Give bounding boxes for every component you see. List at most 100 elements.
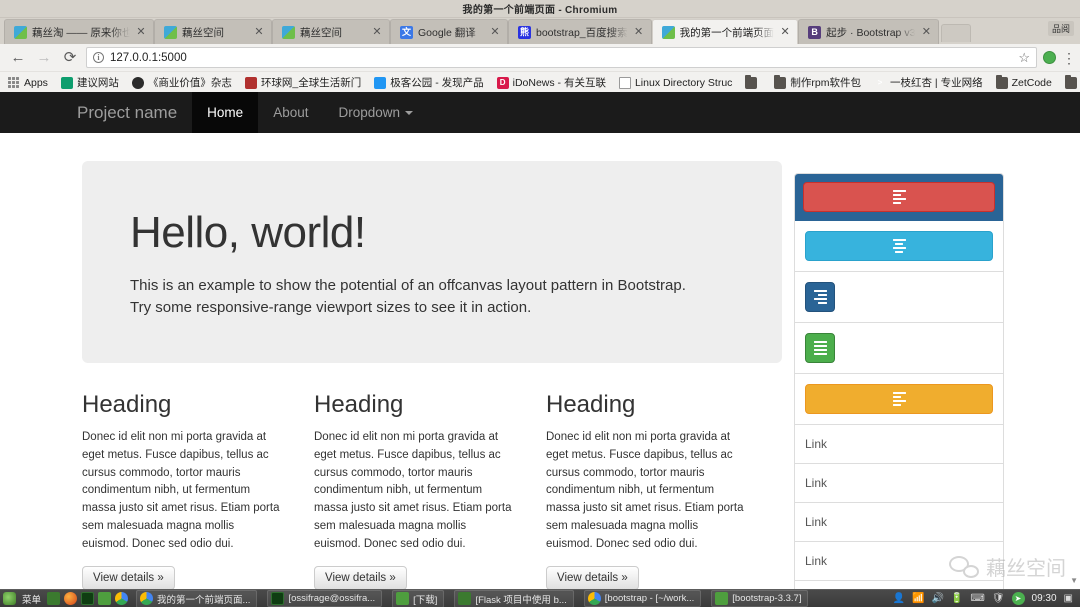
dark-circle-icon: [131, 76, 144, 89]
clock[interactable]: 09:30: [1032, 593, 1057, 604]
bookmark-item[interactable]: [745, 74, 761, 89]
tab-close-icon[interactable]: ✕: [779, 26, 791, 38]
browser-tab[interactable]: 我的第一个前端页面 ✕: [651, 19, 799, 44]
column-body: Donec id elit non mi porta gravida at eg…: [546, 430, 744, 550]
tab-close-icon[interactable]: ✕: [135, 26, 147, 38]
sidebar-link-item[interactable]: Link: [795, 425, 1003, 464]
firefox-icon[interactable]: [64, 592, 78, 605]
align-center-button[interactable]: [805, 231, 993, 261]
browser-tab[interactable]: 藕丝空间 ✕: [154, 19, 272, 44]
bookmark-item[interactable]: 《商业价值》杂志: [131, 75, 232, 90]
taskbar-window-button[interactable]: [bootstrap - [~/work...: [583, 590, 702, 607]
bookmark-label: iDoNews - 有关互联: [512, 77, 606, 89]
back-icon[interactable]: ←: [8, 48, 28, 68]
tab-title: 我的第一个前端页面: [679, 26, 775, 39]
view-details-button[interactable]: View details »: [314, 565, 407, 589]
align-center-icon: [892, 239, 906, 253]
sidebar-link-item[interactable]: Link: [795, 503, 1003, 542]
align-right-button[interactable]: [805, 282, 835, 312]
taskbar-window-button[interactable]: [Flask 项目中使用 b...: [454, 589, 574, 607]
tab-close-icon[interactable]: ✕: [489, 26, 501, 38]
navbar-link-label: Dropdown: [338, 105, 401, 120]
sidebar-list-group: Link Link Link Link Link: [794, 173, 1004, 589]
document-icon: [618, 76, 631, 89]
bookmark-item[interactable]: ZetCode: [995, 74, 1052, 89]
battery-icon[interactable]: 🔋: [951, 593, 963, 604]
tab-close-icon[interactable]: ✕: [253, 26, 265, 38]
sidebar-link-item[interactable]: Link: [795, 464, 1003, 503]
tab-close-icon[interactable]: ✕: [633, 26, 645, 38]
browser-tab[interactable]: 熊 bootstrap_百度搜索 ✕: [508, 19, 652, 44]
tab-close-icon[interactable]: ✕: [371, 26, 383, 38]
shield-icon[interactable]: 🛡: [992, 593, 1005, 604]
view-details-button[interactable]: View details »: [546, 565, 639, 589]
keyboard-icon[interactable]: ⌨: [970, 593, 984, 604]
chromium-icon: [140, 592, 154, 605]
folder-icon: [715, 592, 729, 605]
bookmark-item[interactable]: 极客公园 - 发现产品: [374, 75, 484, 90]
bookmark-star-icon[interactable]: ☆: [1018, 50, 1030, 66]
navbar-link-home[interactable]: Home: [192, 92, 259, 133]
bookmark-item[interactable]: DiDoNews - 有关互联: [496, 75, 606, 90]
sidebar-link-item[interactable]: Link: [795, 581, 1003, 589]
reload-icon[interactable]: ⟳: [60, 48, 80, 68]
show-desktop-button[interactable]: ▣: [1064, 593, 1073, 604]
browser-tab[interactable]: B 起步 · Bootstrap v3 ✕: [798, 19, 940, 44]
navbar-brand[interactable]: Project name: [62, 92, 192, 133]
taskbar-window-label: [ossifrage@ossifra...: [288, 593, 376, 604]
window-restore-button[interactable]: 品阅: [1047, 21, 1074, 36]
navbar-link-dropdown[interactable]: Dropdown: [323, 92, 428, 133]
align-left-warning-button[interactable]: [805, 384, 993, 414]
tab-close-icon[interactable]: ✕: [920, 26, 932, 38]
browser-tab[interactable]: 藕丝空间 ✕: [272, 19, 390, 44]
bookmark-item[interactable]: 环球网_全球生活新门: [244, 75, 361, 90]
browser-tab[interactable]: 文 Google 翻译 ✕: [390, 19, 508, 44]
show-desktop-icon[interactable]: [47, 592, 61, 605]
jumbotron: Hello, world! This is an example to show…: [82, 161, 782, 363]
taskbar-window-button[interactable]: 我的第一个前端页面...: [136, 589, 258, 607]
sidebar-button-row: [795, 174, 1003, 221]
align-left-icon: [892, 190, 906, 204]
folder-icon: [995, 74, 1008, 89]
mint-menu-icon[interactable]: [3, 592, 16, 605]
site-navbar: Project name Home About Dropdown: [0, 92, 1080, 133]
update-icon[interactable]: ➤: [1011, 592, 1025, 605]
chromium-icon[interactable]: [115, 592, 129, 605]
menu-label[interactable]: 菜单: [20, 592, 43, 606]
navbar-link-label: Home: [207, 105, 244, 120]
lotus-favicon: [164, 25, 177, 39]
bookmark-label: Linux Directory Struc: [634, 76, 733, 89]
navbar-link-about[interactable]: About: [258, 92, 323, 133]
user-icon[interactable]: 👤: [893, 593, 905, 604]
files-icon[interactable]: [98, 592, 112, 605]
align-left-button[interactable]: [803, 182, 995, 212]
bookmark-item[interactable]: 制作rpm软件包: [774, 74, 862, 90]
bing-icon: [60, 76, 73, 89]
browser-menu-icon[interactable]: ⋮: [1062, 51, 1076, 65]
taskbar-window-button[interactable]: [bootstrap-3.3.7]: [711, 590, 809, 607]
new-tab-button[interactable]: [941, 24, 972, 42]
bookmark-label: 制作rpm软件包: [790, 77, 862, 89]
scroll-down-arrow-icon[interactable]: ▼: [1070, 576, 1078, 585]
folder-icon: [396, 592, 410, 605]
wifi-icon[interactable]: 📶: [912, 593, 924, 604]
bookmark-item[interactable]: > 一枝红杏 | 专业网络: [874, 75, 983, 90]
browser-tab[interactable]: 藕丝淘 —— 原来你也 ✕: [4, 19, 154, 44]
tab-title: 藕丝空间: [182, 26, 224, 39]
profile-avatar[interactable]: [1043, 51, 1056, 64]
address-bar[interactable]: i 127.0.0.1:5000 ☆: [86, 47, 1037, 68]
taskbar-window-button[interactable]: [ossifrage@ossifra...: [267, 590, 383, 607]
bookmark-item[interactable]: flask: [1064, 74, 1080, 89]
align-justify-button[interactable]: [805, 333, 835, 363]
page-info-icon[interactable]: i: [93, 52, 104, 63]
bookmark-item[interactable]: 建议网站: [60, 75, 119, 90]
taskbar-window-button[interactable]: [下载]: [392, 589, 445, 607]
bookmark-item[interactable]: Linux Directory Struc: [618, 76, 733, 89]
terminal-icon[interactable]: [81, 592, 95, 605]
page-content: Hello, world! This is an example to show…: [0, 133, 1080, 589]
pink-square-icon: D: [496, 76, 509, 89]
view-details-button[interactable]: View details »: [82, 565, 175, 589]
url-text: 127.0.0.1:5000: [110, 51, 187, 64]
volume-icon[interactable]: 🔊: [931, 593, 943, 604]
apps-shortcut[interactable]: Apps: [8, 76, 48, 89]
